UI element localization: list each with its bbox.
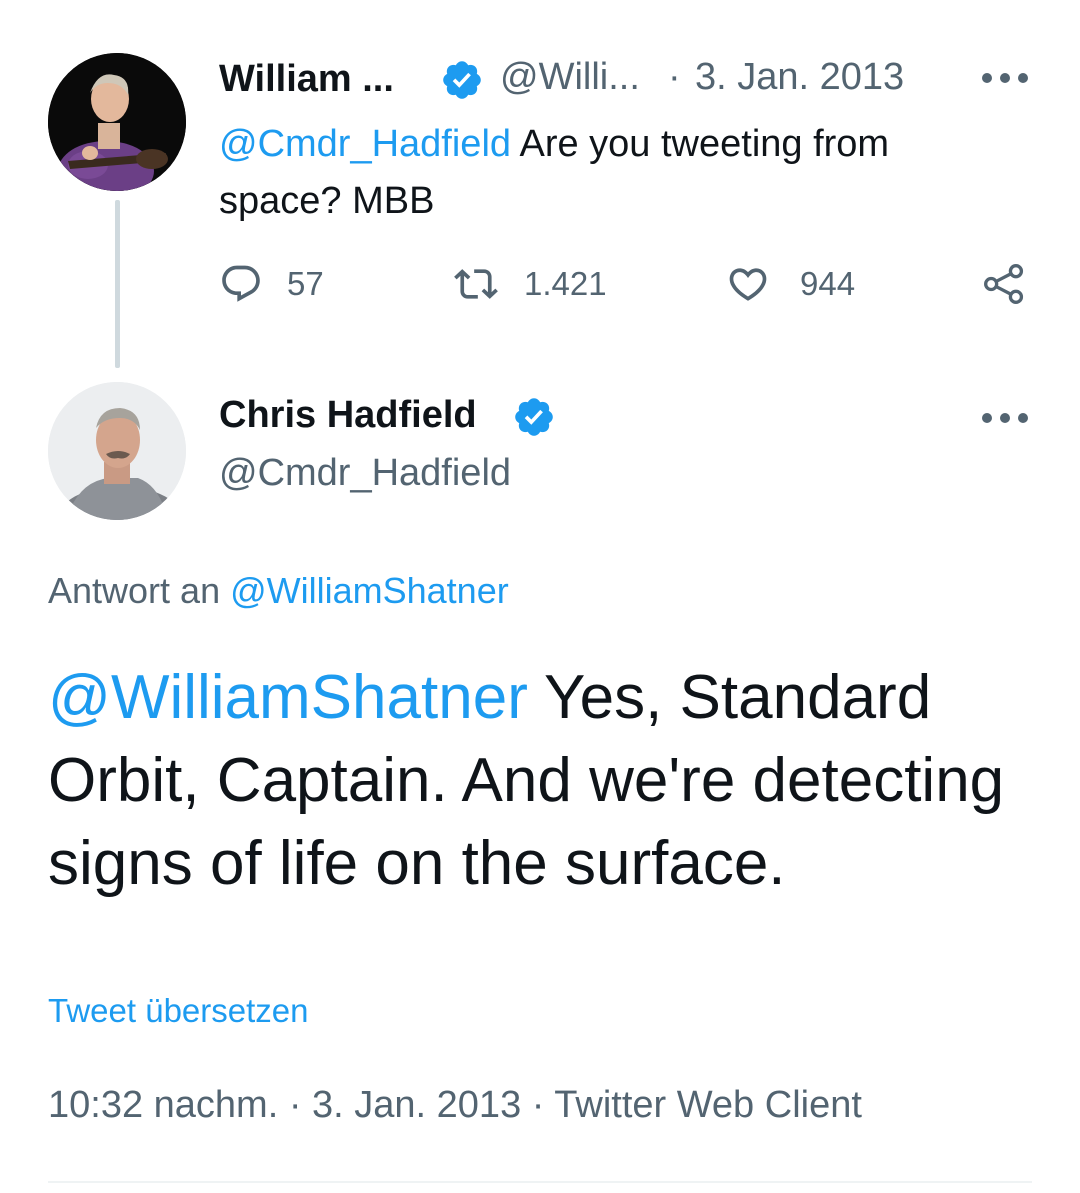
tweet-thread: William ... @Willi... · 3. Jan. 2013 @Cm… bbox=[0, 0, 1080, 1193]
reply-to-line: Antwort an @WilliamShatner bbox=[48, 570, 509, 612]
tweet1-body: @Cmdr_Hadfield Are you tweeting from spa… bbox=[219, 116, 999, 230]
thread-connector-line bbox=[115, 200, 120, 368]
share-action[interactable] bbox=[982, 262, 1026, 306]
share-icon bbox=[984, 264, 1024, 304]
retweet-action[interactable]: 1.421 bbox=[454, 262, 607, 306]
william-shatner-avatar[interactable] bbox=[48, 53, 186, 191]
more-options-icon[interactable] bbox=[982, 72, 1028, 84]
translate-tweet-link[interactable]: Tweet übersetzen bbox=[48, 992, 309, 1030]
retweet-count: 1.421 bbox=[524, 265, 607, 302]
tweet1-mention[interactable]: @Cmdr_Hadfield bbox=[219, 123, 511, 165]
tweet2-mention[interactable]: @WilliamShatner bbox=[48, 663, 528, 732]
reply-action[interactable]: 57 bbox=[219, 262, 324, 306]
reply-to-handle[interactable]: @WilliamShatner bbox=[230, 570, 509, 611]
tweet1-author-name[interactable]: William ... bbox=[219, 58, 394, 101]
tweet-timestamp-source[interactable]: 10:32 nachm. · 3. Jan. 2013 · Twitter We… bbox=[48, 1084, 862, 1127]
reply-count: 57 bbox=[287, 265, 324, 302]
verified-badge-icon bbox=[440, 58, 484, 102]
divider bbox=[48, 1181, 1032, 1183]
chris-hadfield-avatar[interactable] bbox=[48, 382, 186, 520]
tweet2-body: @WilliamShatner Yes, Standard Orbit, Cap… bbox=[48, 656, 1008, 905]
retweet-icon bbox=[454, 269, 498, 299]
tweet1-separator: · bbox=[668, 56, 681, 98]
reply-icon bbox=[222, 265, 260, 302]
verified-badge-icon bbox=[512, 395, 556, 439]
like-action[interactable]: 944 bbox=[726, 262, 855, 306]
tweet2-author-name[interactable]: Chris Hadfield bbox=[219, 394, 477, 437]
like-count: 944 bbox=[800, 265, 856, 302]
tweet1-date[interactable]: 3. Jan. 2013 bbox=[695, 56, 904, 99]
tweet2-handle[interactable]: @Cmdr_Hadfield bbox=[219, 452, 511, 495]
heart-icon bbox=[729, 268, 767, 301]
more-options-icon[interactable] bbox=[982, 412, 1028, 424]
reply-to-prefix: Antwort an bbox=[48, 570, 231, 611]
tweet1-handle[interactable]: @Willi... bbox=[500, 56, 640, 99]
